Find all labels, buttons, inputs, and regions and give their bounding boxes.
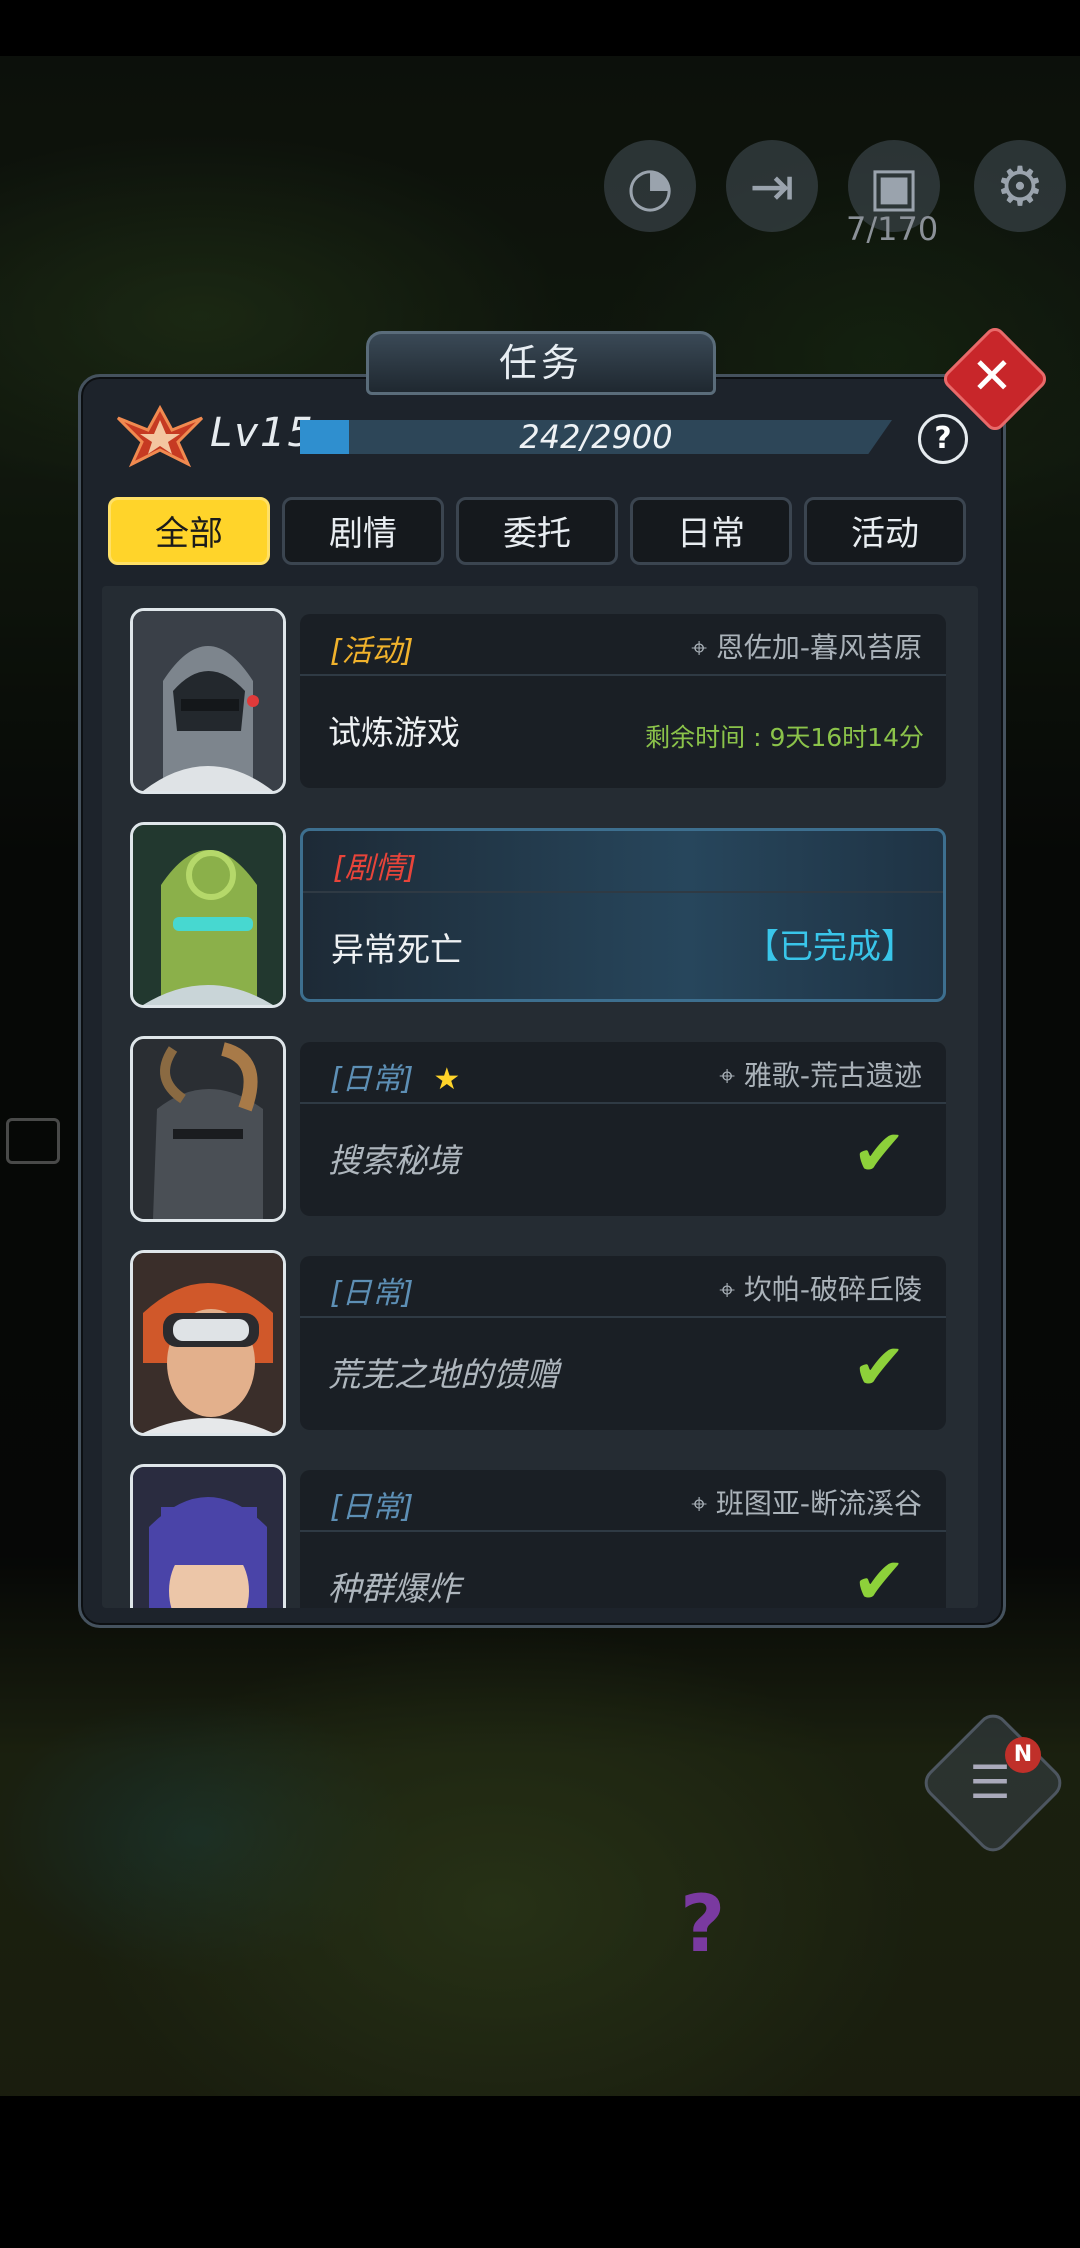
radar-icon[interactable]: ◔: [604, 140, 696, 232]
quest-name: 种群爆炸: [328, 1569, 460, 1608]
quest-category: [日常]: [330, 1490, 414, 1525]
quest-tabs: 全部 剧情 委托 日常 活动: [108, 497, 966, 565]
checkmark-icon: ✔: [852, 1545, 906, 1608]
quest-info: [日常] ★ ⌖ 雅歌-荒古遗迹 搜索秘境 ✔: [300, 1042, 946, 1216]
checkmark-icon: ✔: [852, 1117, 906, 1191]
quest-card[interactable]: [日常] ⌖ 坎帕-破碎丘陵 荒芜之地的馈赠 ✔: [130, 1250, 946, 1436]
dialog-title: 任务: [366, 331, 716, 395]
quest-info: [剧情] 异常死亡 【已完成】: [300, 828, 946, 1002]
quest-category: [活动]: [330, 634, 414, 669]
location-pin-icon: ⌖: [719, 1059, 744, 1092]
quest-location: ⌖ 坎帕-破碎丘陵: [719, 1273, 922, 1306]
star-icon: ★: [433, 1062, 461, 1097]
map-question-marker[interactable]: ?: [680, 1880, 725, 1970]
quest-portrait: [130, 1036, 286, 1222]
tab-story[interactable]: 剧情: [282, 497, 444, 565]
quest-category: [日常] ★: [330, 1062, 461, 1097]
quest-status: 【已完成】: [745, 927, 915, 967]
quest-category: [日常]: [330, 1276, 414, 1311]
checkmark-icon: ✔: [852, 1331, 906, 1405]
help-button[interactable]: ?: [918, 414, 968, 464]
quest-portrait: [130, 608, 286, 794]
quest-timer: 剩余时间 : 9天16时14分: [645, 723, 924, 752]
quest-portrait: [130, 1250, 286, 1436]
quest-location: ⌖ 雅歌-荒古遗迹: [719, 1059, 922, 1092]
location-pin-icon: ⌖: [691, 631, 716, 664]
quest-info: [日常] ⌖ 班图亚-断流溪谷 种群爆炸 ✔: [300, 1470, 946, 1608]
quest-list[interactable]: [活动] ⌖ 恩佐加-暮风苔原 试炼游戏 剩余时间 : 9天16时14分 [剧情…: [102, 586, 978, 1608]
quest-info: [日常] ⌖ 坎帕-破碎丘陵 荒芜之地的馈赠 ✔: [300, 1256, 946, 1430]
tab-all[interactable]: 全部: [108, 497, 270, 565]
chat-icon[interactable]: [6, 1118, 60, 1164]
tab-commission[interactable]: 委托: [456, 497, 618, 565]
quest-name: 异常死亡: [331, 930, 463, 969]
quest-card[interactable]: [日常] ⌖ 班图亚-断流溪谷 种群爆炸 ✔: [130, 1464, 946, 1608]
quest-card[interactable]: [日常] ★ ⌖ 雅歌-荒古遗迹 搜索秘境 ✔: [130, 1036, 946, 1222]
quest-name: 试炼游戏: [328, 713, 460, 752]
quest-name: 搜索秘境: [328, 1141, 460, 1180]
new-badge: N: [1005, 1737, 1041, 1773]
quest-location: ⌖ 恩佐加-暮风苔原: [691, 631, 922, 664]
rank-emblem-icon: [116, 404, 204, 468]
quest-info: [活动] ⌖ 恩佐加-暮风苔原 试炼游戏 剩余时间 : 9天16时14分: [300, 614, 946, 788]
quest-portrait: [130, 1464, 286, 1608]
location-pin-icon: ⌖: [691, 1487, 716, 1520]
quest-portrait: [130, 822, 286, 1008]
player-level: Lv15: [210, 410, 315, 456]
tab-daily[interactable]: 日常: [630, 497, 792, 565]
close-icon[interactable]: ✕: [956, 340, 1028, 412]
location-pin-icon: ⌖: [719, 1273, 744, 1306]
exit-icon[interactable]: ⇥: [726, 140, 818, 232]
storage-count: 7/170: [846, 210, 939, 248]
quest-category: [剧情]: [333, 851, 417, 886]
xp-bar: 242/2900: [300, 420, 892, 454]
quest-location: ⌖ 班图亚-断流溪谷: [691, 1487, 922, 1520]
quest-name: 荒芜之地的馈赠: [328, 1355, 559, 1394]
gear-icon[interactable]: ⚙: [974, 140, 1066, 232]
tab-event[interactable]: 活动: [804, 497, 966, 565]
quest-card[interactable]: [活动] ⌖ 恩佐加-暮风苔原 试炼游戏 剩余时间 : 9天16时14分: [130, 608, 946, 794]
xp-text: 242/2900: [519, 418, 673, 456]
quest-card[interactable]: [剧情] 异常死亡 【已完成】: [130, 822, 946, 1008]
